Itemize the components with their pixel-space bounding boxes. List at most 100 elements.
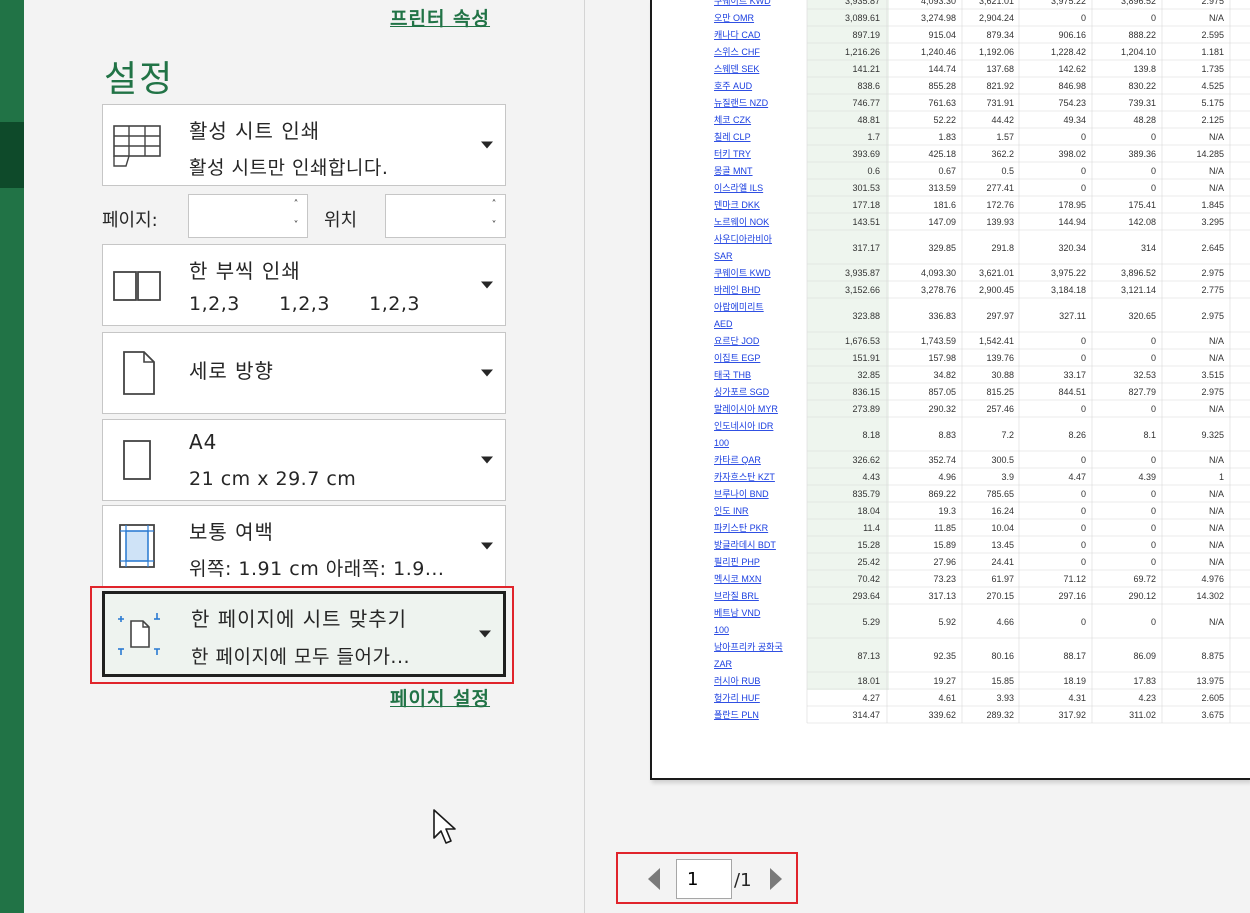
previous-page-icon[interactable] [648,868,660,890]
orientation-dropdown[interactable]: 세로 방향 [102,332,506,414]
collation-dropdown[interactable]: 한 부씩 인쇄 1,2,3 1,2,3 1,2,3 [102,244,506,326]
pages-to-input[interactable]: ˄ ˅ [385,194,506,238]
preview-cell-value: 846.98 [1058,81,1086,91]
preview-cell-value: 3,935.87 [845,268,880,278]
page-setup-link[interactable]: 페이지 설정 [390,684,490,711]
preview-cell-value: 1,204.10 [1121,47,1156,57]
preview-table-row: 스위스 CHF 1,216.26 1,240.46 1,192.06 1,228.42 1… [714,47,1250,61]
spin-up-icon[interactable]: ˄ [291,200,301,210]
preview-currency-name: 필리핀 PHP [714,556,760,567]
preview-table-row: 브루나이 BND 835.79 869.22 785.65 0 0 N/A [714,489,1250,503]
preview-cell-value: 0 [1081,523,1086,533]
preview-cell-value: 17.83 [1133,676,1156,686]
preview-cell-value: 86.09 [1133,651,1156,661]
next-page-icon[interactable] [770,868,782,890]
printer-properties-link[interactable]: 프린터 속성 [390,4,490,31]
preview-cell-value: 827.79 [1128,387,1156,397]
preview-cell-value: N/A [1209,353,1224,363]
preview-cell-value: N/A [1209,489,1224,499]
preview-cell-value: 326.62 [852,455,880,465]
preview-table-row: 덴마크 DKK 177.18 181.6 172.76 178.95 175.41 1.84… [714,200,1250,214]
preview-cell-value: 897.19 [852,30,880,40]
print-what-description: 활성 시트만 인쇄합니다. [189,157,389,179]
preview-cell-value: 61.97 [991,574,1014,584]
preview-cell-value: 320.65 [1128,311,1156,321]
preview-cell-value: 32.85 [857,370,880,380]
preview-cell-value: 88.17 [1063,651,1086,661]
preview-cell-value: 178.95 [1058,200,1086,210]
scaling-description: 한 페이지에 모두 들어가... [191,646,411,668]
preview-cell-value: 855.28 [928,81,956,91]
preview-cell-value: 0 [1151,523,1156,533]
preview-table-row: 헝가리 HUF 4.27 4.61 3.93 4.31 4.23 2.605 [714,693,1250,707]
preview-table-row: 태국 THB 32.85 34.82 30.88 33.17 32.53 3.515 [714,370,1250,384]
preview-cell-value: 1.181 [1201,47,1224,57]
preview-cell-value: 8.83 [938,430,956,440]
preview-cell-value: 0.67 [938,166,956,176]
page-navigator: /1 [620,855,796,903]
preview-table-row: 필리핀 PHP 25.42 27.96 24.41 0 0 N/A [714,556,1250,571]
preview-cell-value: 0 [1151,336,1156,346]
preview-currency-name: 방글라데시 BDT [714,540,776,550]
preview-cell-value: 906.16 [1058,30,1086,40]
preview-cell-value: 80.16 [991,651,1014,661]
preview-cell-value: 8.875 [1201,651,1224,661]
preview-cell-value: 2.125 [1201,115,1224,125]
backstage-nav-selected-print[interactable] [0,122,24,188]
preview-cell-value: 293.64 [852,591,880,601]
preview-cell-value: 27.96 [933,557,956,567]
margins-description: 위쪽: 1.91 cm 아래쪽: 1.9... [189,558,445,580]
preview-cell-value: 336.83 [928,311,956,321]
preview-cell-value: 0 [1151,404,1156,414]
preview-currency-name: 브라질 BRL [714,590,759,601]
preview-cell-value: 761.63 [928,98,956,108]
print-what-label: 활성 시트 인쇄 [189,119,321,143]
preview-cell-value: 4.27 [862,693,880,703]
preview-cell-value: 879.34 [986,30,1014,40]
preview-cell-value: N/A [1209,404,1224,414]
preview-currency-name: 러시아 RUB [714,676,760,686]
preview-cell-value: 746.77 [852,98,880,108]
preview-cell-value: 44.42 [991,115,1014,125]
preview-currency-name: 스웨덴 SEK [714,63,759,74]
preview-currency-name: 이스라엘 ILS [714,183,763,193]
preview-cell-value: 0 [1081,557,1086,567]
orientation-label: 세로 방향 [189,359,274,383]
scaling-dropdown[interactable]: 한 페이지에 시트 맞추기 한 페이지에 모두 들어가... [102,591,506,677]
preview-cell-value: 301.53 [852,183,880,193]
chevron-down-icon [481,141,493,149]
preview-cell-value: 3.515 [1201,370,1224,380]
current-page-input[interactable] [676,859,732,899]
preview-table-row: 멕시코 MXN 70.42 73.23 61.97 71.12 69.72 4.976 [714,574,1250,588]
preview-currency-name: 인도네시아 IDR [714,421,774,431]
preview-cell-value: 3,975.22 [1051,0,1086,6]
spin-down-icon[interactable]: ˅ [291,221,301,231]
preview-cell-value: 0 [1151,13,1156,23]
preview-cell-value: 25.42 [857,557,880,567]
preview-table-row: 쿠웨이트 KWD 3,935.87 4,093.30 3,621.01 3,975.22… [714,267,1250,282]
preview-cell-value: 3.295 [1201,217,1224,227]
preview-cell-value: 425.18 [928,149,956,159]
preview-cell-value: 314.47 [852,710,880,720]
spin-down-icon[interactable]: ˅ [489,221,499,231]
pages-from-input[interactable]: ˄ ˅ [188,194,308,238]
preview-cell-value: 0 [1151,183,1156,193]
preview-cell-value: 24.41 [991,557,1014,567]
paper-size-dropdown[interactable]: A4 21 cm x 29.7 cm [102,419,506,501]
margins-dropdown[interactable]: 보통 여백 위쪽: 1.91 cm 아래쪽: 1.9... [102,505,506,587]
preview-cell-value: 317.13 [928,591,956,601]
preview-sheet-table: 쿠웨이트 KWD 3,935.87 4,093.30 3,621.01 3,975.22… [714,0,1250,724]
preview-cell-value: 327.11 [1059,311,1086,321]
preview-cell-value: 8.18 [862,430,880,440]
spin-up-icon[interactable]: ˄ [489,200,499,210]
preview-table-row: 아랍에미리트 AED 323.88 336.83 297.97 327.11 320.65… [714,302,1250,333]
preview-cell-value: 9.325 [1201,430,1224,440]
preview-currency-name: 노르웨이 NOK [714,216,769,227]
preview-cell-value: N/A [1209,166,1224,176]
preview-cell-value: 4.976 [1201,574,1224,584]
print-what-dropdown[interactable]: 활성 시트 인쇄 활성 시트만 인쇄합니다. [102,104,506,186]
margins-icon [119,524,155,568]
preview-currency-name: 쿠웨이트 KWD [714,0,771,6]
preview-cell-value: 2.975 [1201,311,1224,321]
preview-cell-value: 0.5 [1001,166,1014,176]
